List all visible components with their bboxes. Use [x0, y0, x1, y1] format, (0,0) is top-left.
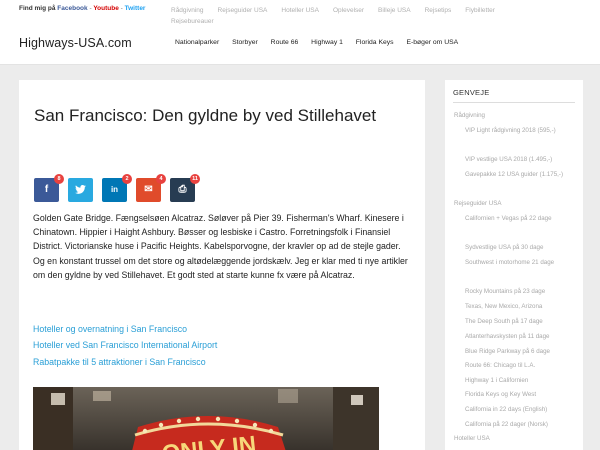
san-francisco-sign-photo: ONLY IN	[33, 387, 379, 450]
sidebar-title: GENVEJE	[453, 88, 490, 97]
sidebar-item-vip-light[interactable]: VIP Light rådgivning 2018 (595,-)	[465, 127, 575, 135]
sidebar-item-rejseguider[interactable]: Rejseguider USA	[454, 200, 501, 208]
sidebar-item-deep-south[interactable]: The Deep South på 17 dage	[465, 318, 575, 326]
site-logo[interactable]: Highways-USA.com	[19, 36, 132, 50]
toplink-rejseguider[interactable]: Rejseguider USA	[218, 5, 268, 16]
nav-e-boger[interactable]: E-bøger om USA	[406, 39, 458, 46]
twitter-share-button[interactable]	[68, 178, 93, 202]
linkedin-share-button[interactable]: in 2	[102, 174, 132, 202]
site-header: Highways-USA.com Nationalparker Storbyer…	[0, 24, 600, 65]
article-card: San Francisco: Den gyldne by ved Stilleh…	[19, 80, 425, 450]
article-title: San Francisco: Den gyldne by ved Stilleh…	[34, 106, 377, 125]
sidebar-item-californien-vegas[interactable]: Californien + Vegas på 22 dage	[465, 215, 575, 223]
article-body: Golden Gate Bridge. Fængselsøen Alcatraz…	[33, 213, 408, 280]
separator: -	[89, 5, 92, 12]
toplink-billeje[interactable]: Billeje USA	[378, 5, 411, 16]
share-count-badge: 4	[156, 174, 166, 184]
sidebar-item-atlanterhavskysten[interactable]: Atlanterhavskysten på 11 dage	[465, 333, 575, 341]
share-count-badge: 11	[190, 174, 200, 184]
sidebar: GENVEJE Rådgivning VIP Light rådgivning …	[445, 80, 583, 450]
follow-prefix: Find mig på	[19, 5, 56, 12]
link-rabatpakke[interactable]: Rabatpakke til 5 attraktioner i San Fran…	[33, 354, 217, 370]
share-count-badge: 8	[54, 174, 64, 184]
nav-nationalparker[interactable]: Nationalparker	[175, 39, 219, 46]
sidebar-item-highway-1[interactable]: Highway 1 i Californien	[465, 377, 575, 385]
sidebar-item-california-norsk[interactable]: California på 22 dager (Norsk)	[465, 421, 575, 429]
sidebar-item-raadgivning[interactable]: Rådgivning	[454, 112, 485, 120]
top-strip: Find mig på Facebook - Youtube - Twitter…	[0, 0, 600, 25]
sidebar-item-gavepakke[interactable]: Gavepakke 12 USA guider (1.175,-)	[465, 171, 575, 179]
main-nav: Nationalparker Storbyer Route 66 Highway…	[175, 39, 469, 46]
toplink-flybilletter[interactable]: Flybilletter	[465, 5, 495, 16]
sidebar-item-vip-vestlige[interactable]: VIP vestlige USA 2018 (1.495,-)	[465, 156, 575, 164]
sidebar-divider	[453, 102, 575, 103]
toplink-hoteller[interactable]: Hoteller USA	[281, 5, 319, 16]
facebook-icon: f	[44, 184, 49, 195]
article-photo: ONLY IN	[33, 387, 379, 450]
article-links: Hoteller og overnatning i San Francisco …	[33, 321, 217, 370]
toplink-oplevelser[interactable]: Oplevelser	[333, 5, 364, 16]
sidebar-item-sydvestlige[interactable]: Sydvestlige USA på 30 dage	[465, 244, 575, 252]
separator: -	[120, 5, 123, 12]
email-share-button[interactable]: ✉ 4	[136, 174, 166, 202]
linkedin-icon: in	[110, 185, 119, 194]
sidebar-item-california-english[interactable]: California in 22 days (English)	[465, 406, 575, 414]
nav-florida-keys[interactable]: Florida Keys	[356, 39, 394, 46]
twitter-bird-icon	[75, 185, 86, 194]
sidebar-item-hoteller-usa[interactable]: Hoteller USA	[454, 435, 490, 443]
sidebar-item-rocky-mountains[interactable]: Rocky Mountains på 23 dage	[465, 288, 575, 296]
nav-storbyer[interactable]: Storbyer	[232, 39, 258, 46]
youtube-link[interactable]: Youtube	[93, 5, 119, 12]
sidebar-item-texas[interactable]: Texas, New Mexico, Arizona	[465, 303, 575, 311]
social-follow: Find mig på Facebook - Youtube - Twitter	[19, 5, 145, 12]
toplink-rejsetips[interactable]: Rejsetips	[425, 5, 452, 16]
envelope-icon: ✉	[144, 184, 153, 195]
print-button[interactable]: ⎙ 11	[170, 174, 200, 202]
sidebar-item-blue-ridge[interactable]: Blue Ridge Parkway på 6 dage	[465, 348, 575, 356]
nav-highway-1[interactable]: Highway 1	[311, 39, 343, 46]
twitter-link[interactable]: Twitter	[125, 5, 146, 12]
sidebar-item-southwest-motorhome[interactable]: Southwest i motorhome 21 dage	[465, 259, 575, 267]
sidebar-item-florida-keys[interactable]: Florida Keys og Key West	[465, 391, 575, 399]
share-count-badge: 2	[122, 174, 132, 184]
nav-route-66[interactable]: Route 66	[271, 39, 299, 46]
facebook-link[interactable]: Facebook	[57, 5, 87, 12]
link-hoteller-sf[interactable]: Hoteller og overnatning i San Francisco	[33, 321, 217, 337]
sidebar-item-route-66[interactable]: Route 66: Chicago til L.A.	[465, 362, 575, 370]
link-hoteller-airport[interactable]: Hoteller ved San Francisco International…	[33, 337, 217, 353]
printer-icon: ⎙	[178, 184, 187, 195]
toplink-raadgivning[interactable]: Rådgivning	[171, 5, 204, 16]
facebook-share-button[interactable]: f 8	[34, 174, 64, 202]
